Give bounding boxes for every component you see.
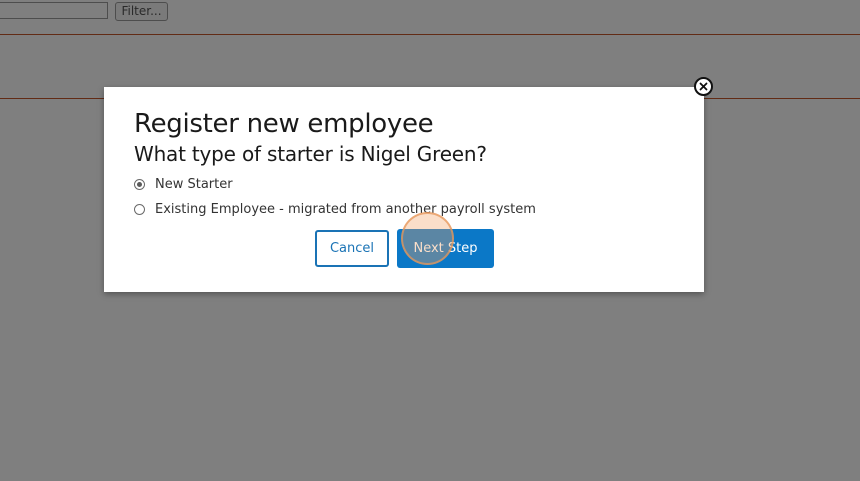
- dialog-title: Register new employee: [134, 109, 434, 139]
- radio-existing-employee[interactable]: [134, 203, 145, 215]
- cancel-button[interactable]: Cancel: [315, 230, 389, 267]
- dialog-subtitle: What type of starter is Nigel Green?: [134, 142, 487, 166]
- close-icon: [699, 82, 708, 91]
- option-existing-employee-label: Existing Employee - migrated from anothe…: [155, 201, 536, 217]
- register-employee-dialog: Register new employee What type of start…: [104, 87, 704, 292]
- next-step-button[interactable]: Next Step: [397, 229, 494, 268]
- option-new-starter-label: New Starter: [155, 176, 233, 192]
- close-dialog-button[interactable]: [694, 77, 713, 96]
- radio-new-starter[interactable]: [134, 178, 145, 190]
- option-new-starter[interactable]: New Starter: [134, 175, 233, 193]
- option-existing-employee[interactable]: Existing Employee - migrated from anothe…: [134, 200, 536, 218]
